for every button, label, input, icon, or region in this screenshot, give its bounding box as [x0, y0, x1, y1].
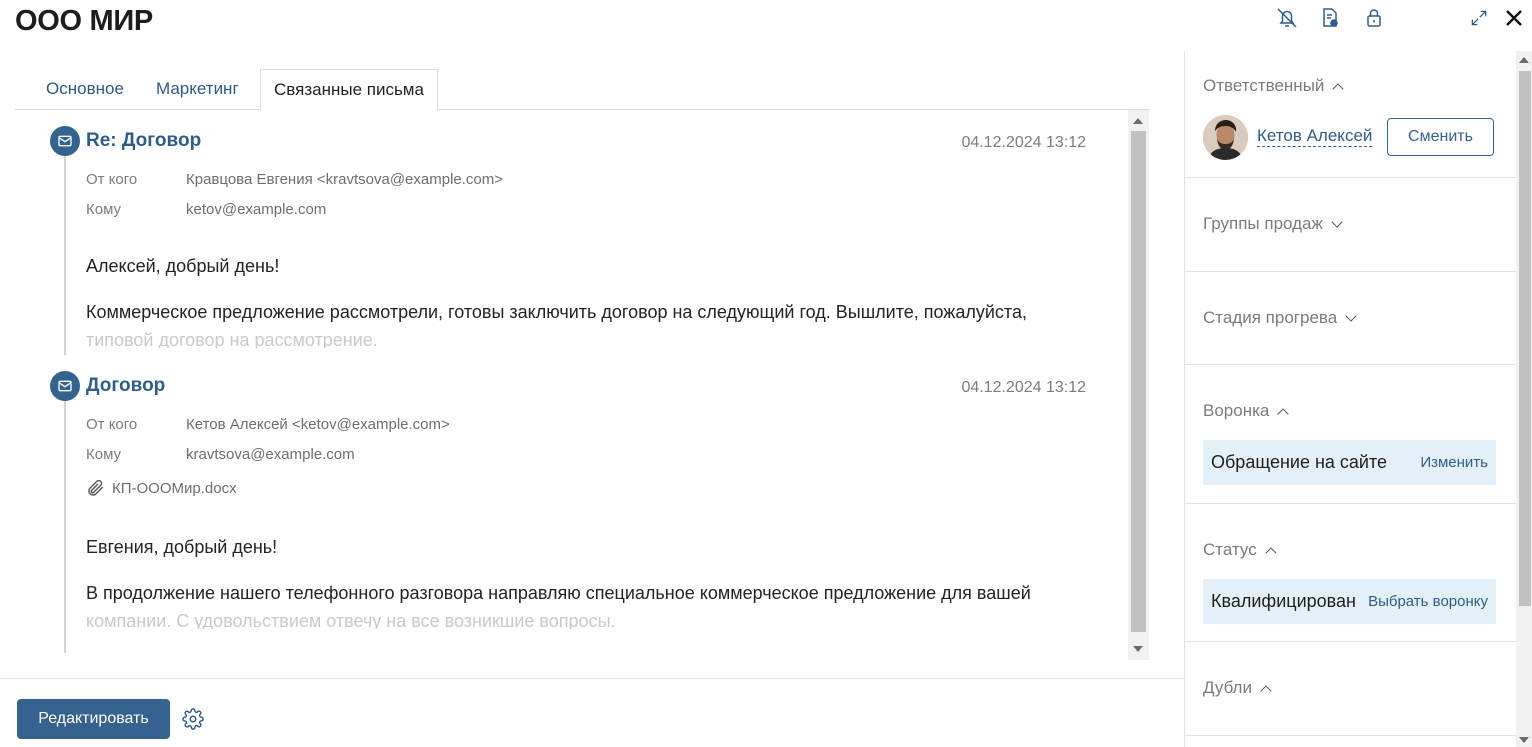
chevron-down-icon [1345, 310, 1357, 322]
right-sidebar: Ответственный Кетов Алексей Сменить Груп… [1184, 51, 1517, 747]
responsible-title: Ответственный [1203, 76, 1325, 95]
warmup-stage-section: Стадия прогрева [1185, 272, 1517, 365]
avatar [1203, 115, 1248, 160]
from-value: Кетов Алексей <ketov@example.com> [186, 416, 450, 433]
scroll-up-arrow[interactable] [1519, 57, 1529, 63]
duplicates-title: Дубли [1203, 678, 1252, 697]
funnel-section: Воронка Обращение на сайте Изменить [1185, 365, 1517, 504]
warmup-stage-title: Стадия прогрева [1203, 308, 1338, 327]
funnel-title: Воронка [1203, 401, 1270, 420]
close-icon[interactable] [1502, 6, 1526, 30]
choose-funnel-link[interactable]: Выбрать воронку [1368, 593, 1488, 610]
scroll-down-arrow[interactable] [1519, 737, 1529, 743]
timeline-line [64, 140, 66, 355]
letter-greeting: Алексей, добрый день! [86, 256, 280, 276]
letter-subject[interactable]: Re: Договор [86, 130, 201, 152]
status-header[interactable]: Статус [1203, 540, 1277, 560]
letter-date: 04.12.2024 13:12 [961, 134, 1086, 151]
responsible-section: Ответственный Кетов Алексей Сменить [1185, 51, 1517, 178]
scroll-up-arrow[interactable] [1133, 118, 1143, 124]
letters-list: Re: Договор 04.12.2024 13:12 От кого Кра… [15, 110, 1149, 660]
edit-button[interactable]: Редактировать [17, 699, 170, 739]
envelope-icon [50, 126, 80, 156]
to-value: ketov@example.com [186, 201, 327, 218]
envelope-icon [50, 371, 80, 401]
funnel-change-link[interactable]: Изменить [1420, 454, 1488, 471]
scroll-thumb[interactable] [1519, 71, 1531, 606]
paperclip-icon [88, 479, 104, 496]
responsible-person-link[interactable]: Кетов Алексей [1257, 126, 1373, 147]
tab-marketing[interactable]: Маркетинг [156, 69, 239, 110]
from-label: От кого [86, 416, 138, 433]
letter-subject[interactable]: Договор [86, 375, 165, 397]
tab-main[interactable]: Основное [46, 69, 124, 110]
scroll-down-arrow[interactable] [1133, 646, 1143, 652]
change-responsible-button[interactable]: Сменить [1387, 118, 1494, 156]
letter-text-faded: компании. С удовольствием отвечу на все … [86, 611, 616, 629]
letter-text: В продолжение нашего телефонного разгово… [86, 583, 1031, 603]
gear-icon[interactable] [182, 708, 204, 730]
letter-text-faded: типовой договор на рассмотрение. [86, 330, 378, 348]
letter-item[interactable]: Re: Договор 04.12.2024 13:12 От кого Кра… [15, 110, 1115, 355]
to-label: Кому [86, 446, 122, 463]
contact-card: ООО МИР Основное Маркетинг Связанные пис… [0, 0, 1532, 747]
warmup-stage-header[interactable]: Стадия прогрева [1203, 308, 1357, 328]
status-section: Статус Квалифицирован Выбрать воронку [1185, 504, 1517, 642]
to-label: Кому [86, 201, 122, 218]
from-value: Кравцова Евгения <kravtsova@example.com> [186, 171, 504, 188]
duplicates-header[interactable]: Дубли [1203, 678, 1272, 698]
bell-off-icon[interactable] [1275, 6, 1299, 30]
sales-groups-header[interactable]: Группы продаж [1203, 214, 1343, 234]
funnel-value: Обращение на сайте [1211, 452, 1388, 472]
letters-scrollbar[interactable] [1128, 110, 1149, 660]
duplicates-section: Дубли [1185, 642, 1517, 736]
footer-divider [0, 678, 1184, 679]
responsible-header[interactable]: Ответственный [1203, 76, 1345, 96]
attachment-name[interactable]: КП-ОООМир.docx [112, 480, 237, 497]
letter-date: 04.12.2024 13:12 [961, 379, 1086, 396]
chevron-down-icon [1331, 216, 1343, 228]
sales-groups-title: Группы продаж [1203, 214, 1323, 233]
from-label: От кого [86, 171, 138, 188]
sales-groups-section: Группы продаж [1185, 178, 1517, 272]
sidebar-scrollbar[interactable] [1516, 51, 1532, 747]
status-value: Квалифицирован [1211, 591, 1356, 611]
chevron-up-icon [1332, 82, 1345, 95]
tab-related-letters[interactable]: Связанные письма [260, 69, 438, 111]
document-badge-icon[interactable] [1318, 6, 1342, 30]
status-value-box: Квалифицирован Выбрать воронку [1203, 579, 1496, 624]
letter-text: Коммерческое предложение рассмотрели, го… [86, 302, 1027, 322]
scroll-thumb[interactable] [1131, 131, 1146, 632]
status-title: Статус [1203, 540, 1257, 559]
funnel-value-box: Обращение на сайте Изменить [1203, 440, 1496, 485]
letter-greeting: Евгения, добрый день! [86, 537, 278, 557]
timeline-line [64, 385, 66, 653]
lock-icon[interactable] [1362, 6, 1386, 30]
expand-icon[interactable] [1467, 6, 1491, 30]
attachment[interactable]: КП-ОООМир.docx [86, 478, 237, 498]
to-value: kravtsova@example.com [186, 446, 355, 463]
chevron-up-icon [1265, 546, 1277, 559]
funnel-header[interactable]: Воронка [1203, 401, 1290, 421]
chevron-up-icon [1277, 407, 1290, 420]
tab-bar: Основное Маркетинг Связанные письма [15, 69, 1149, 111]
header-actions [0, 6, 1532, 32]
chevron-up-icon [1260, 684, 1272, 697]
letter-item[interactable]: Договор 04.12.2024 13:12 От кого Кетов А… [15, 355, 1115, 660]
